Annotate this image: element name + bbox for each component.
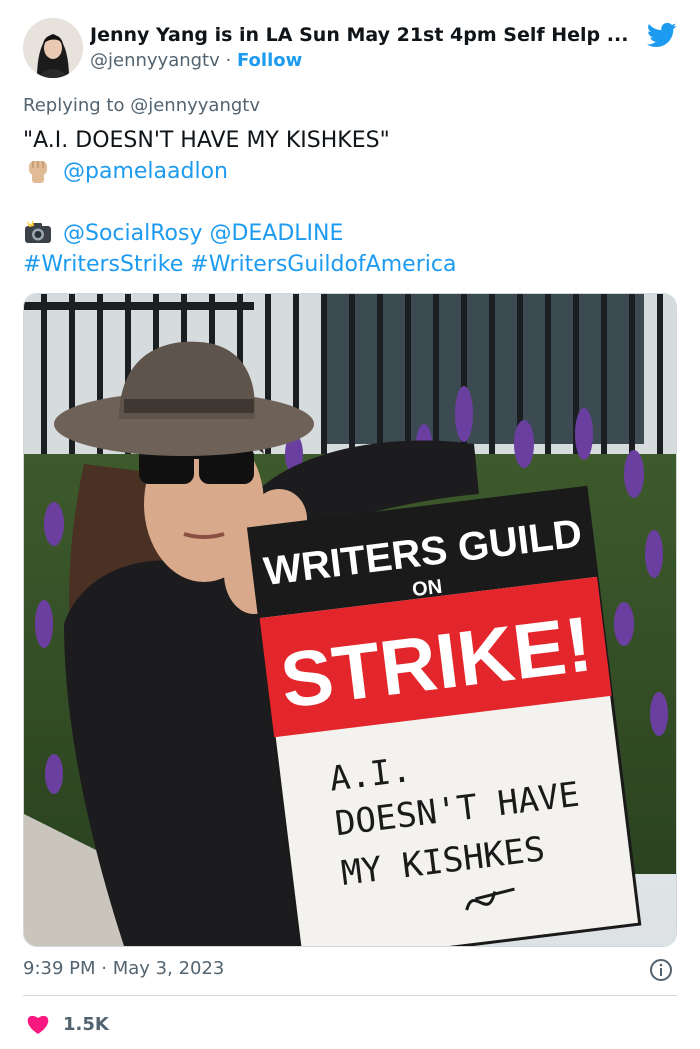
tweet-time: 9:39 PM <box>23 958 96 979</box>
twitter-bird-icon[interactable] <box>647 20 677 50</box>
tweet-date: May 3, 2023 <box>112 958 225 979</box>
replying-mention[interactable]: @jennyyangtv <box>130 95 260 116</box>
like-count: 1.5K <box>63 1013 109 1035</box>
tweet-line-quote: "A.I. DOESN'T HAVE MY KISHKES" <box>23 128 390 153</box>
timestamp-separator: · <box>101 958 107 979</box>
divider <box>23 995 677 996</box>
tweet-timestamp[interactable]: 9:39 PM · May 3, 2023 <box>23 958 224 979</box>
tweet-header: Jenny Yang is in LA Sun May 21st 4pm Sel… <box>23 18 677 80</box>
handle-separator: · <box>225 50 232 71</box>
tweet-line-photo-credit: @SocialRosy @DEADLINE <box>23 218 677 249</box>
mention-pamelaadlon[interactable]: @pamelaadlon <box>63 159 228 184</box>
author-display-name[interactable]: Jenny Yang is in LA Sun May 21st 4pm Sel… <box>90 24 635 46</box>
raised-fist-icon <box>29 161 47 183</box>
avatar[interactable] <box>23 18 83 78</box>
like-button[interactable]: 1.5K <box>25 1010 109 1038</box>
tweet-line-hashtags: #WritersStrike #WritersGuildofAmerica <box>23 249 677 280</box>
tweet-text: "A.I. DOESN'T HAVE MY KISHKES" @pamelaad… <box>23 125 677 280</box>
info-icon[interactable] <box>649 958 673 982</box>
replying-prefix: Replying to <box>23 95 125 116</box>
sign-line-on: ON <box>411 576 443 601</box>
tweet-photo[interactable]: WRITERS GUILD ON STRIKE! A.I. DOESN'T HA… <box>23 293 677 947</box>
mention-socialrosy[interactable]: @SocialRosy <box>63 221 202 246</box>
replying-to: Replying to @jennyyangtv <box>23 95 260 116</box>
author-handle-line: @jennyyangtv · Follow <box>90 50 302 71</box>
camera-flash-icon <box>25 220 51 243</box>
author-handle[interactable]: @jennyyangtv <box>90 50 220 71</box>
hashtag-writersguildofamerica[interactable]: #WritersGuildofAmerica <box>190 252 456 277</box>
heart-icon <box>27 1015 49 1034</box>
tweet-line-credit: @pamelaadlon <box>23 156 677 187</box>
follow-button[interactable]: Follow <box>237 50 302 71</box>
hashtag-writersstrike[interactable]: #WritersStrike <box>23 252 183 277</box>
mention-deadline[interactable]: @DEADLINE <box>209 221 343 246</box>
